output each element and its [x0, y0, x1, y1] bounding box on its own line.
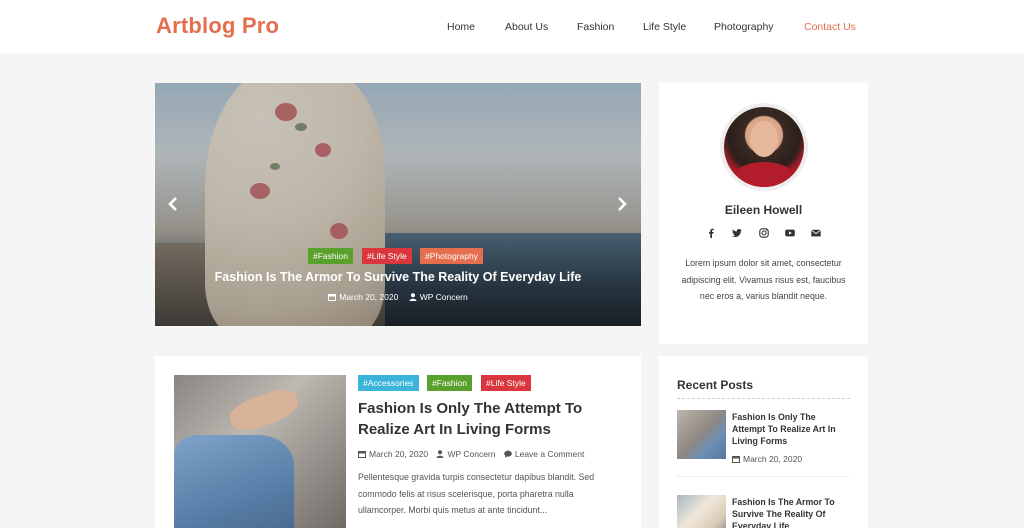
post-excerpt: Pellentesque gravida turpis consectetur … [358, 472, 595, 515]
heading-divider [677, 398, 850, 399]
twitter-icon[interactable] [731, 225, 743, 237]
facebook-icon[interactable] [705, 225, 717, 238]
calendar-icon [358, 450, 366, 460]
instagram-icon[interactable] [758, 225, 770, 238]
recent-post-thumbnail[interactable] [677, 495, 726, 528]
profile-bio: Lorem ipsum dolor sit amet, consectetur … [681, 258, 846, 301]
slide-tags: #Fashion #Life Style #Photography [155, 248, 641, 264]
site-header: Artblog Pro Home About Us Fashion Life S… [0, 0, 1024, 53]
post-date-text[interactable]: March 20, 2020 [369, 449, 428, 459]
slide-date: March 20, 2020 [328, 292, 398, 303]
nav-item-photography[interactable]: Photography [714, 21, 774, 33]
post-image-jeans [174, 435, 294, 528]
nav-item-life-style[interactable]: Life Style [643, 21, 686, 33]
nav-item-about-us[interactable]: About Us [505, 21, 548, 33]
post-comments: Leave a Comment [504, 449, 584, 460]
recent-post-date-text[interactable]: March 20, 2020 [743, 454, 802, 464]
tag-fashion[interactable]: #Fashion [308, 248, 353, 264]
post-thumbnail[interactable] [174, 375, 346, 528]
post-tags: #Accessories #Fashion #Life Style [358, 375, 628, 391]
chevron-left-icon[interactable] [166, 196, 180, 212]
mail-icon[interactable] [810, 225, 822, 237]
tag-life-style[interactable]: #Life Style [362, 248, 412, 264]
tag-photography[interactable]: #Photography [420, 248, 483, 264]
post-date: March 20, 2020 [358, 449, 428, 460]
tag-accessories[interactable]: #Accessories [358, 375, 419, 391]
post-comments-link[interactable]: Leave a Comment [515, 449, 584, 459]
post-author-text[interactable]: WP Concern [447, 449, 495, 459]
recent-post-date: March 20, 2020 [732, 454, 802, 465]
tag-fashion[interactable]: #Fashion [427, 375, 472, 391]
recent-post-title[interactable]: Fashion Is Only The Attempt To Realize A… [732, 411, 850, 447]
main-nav: Home About Us Fashion Life Style Photogr… [0, 21, 1024, 35]
recent-post-thumbnail[interactable] [677, 410, 726, 459]
recent-post-item[interactable]: Fashion Is Only The Attempt To Realize A… [677, 410, 850, 466]
avatar-ring [720, 103, 808, 191]
post-image-arm [225, 383, 303, 437]
post-meta: March 20, 2020 WP Concern Leave a Commen… [358, 449, 590, 460]
slide-meta: March 20, 2020 WP Concern [155, 292, 641, 303]
post-author: WP Concern [436, 449, 495, 460]
youtube-icon[interactable] [784, 225, 796, 237]
slide-date-text[interactable]: March 20, 2020 [339, 292, 398, 302]
calendar-icon [328, 293, 337, 303]
recent-posts-heading: Recent Posts [677, 378, 754, 392]
nav-item-fashion[interactable]: Fashion [577, 21, 614, 33]
tag-life-style[interactable]: #Life Style [481, 375, 531, 391]
avatar-face [750, 121, 778, 157]
chevron-right-icon[interactable] [615, 196, 629, 212]
comment-icon [504, 450, 512, 460]
recent-divider [677, 476, 850, 477]
recent-post-title[interactable]: Fashion Is The Armor To Survive The Real… [732, 496, 850, 528]
slide-author: WP Concern [409, 292, 468, 303]
user-icon [409, 293, 417, 303]
avatar [724, 107, 804, 187]
featured-slider[interactable]: #Fashion #Life Style #Photography Fashio… [155, 83, 641, 326]
post-title[interactable]: Fashion Is Only The Attempt To Realize A… [358, 398, 618, 440]
profile-name: Eileen Howell [724, 203, 803, 217]
slide-title[interactable]: Fashion Is The Armor To Survive The Real… [155, 270, 641, 284]
nav-item-contact-us[interactable]: Contact Us [804, 21, 856, 33]
post-card: #Accessories #Fashion #Life Style Fashio… [155, 356, 641, 528]
nav-item-home[interactable]: Home [447, 21, 475, 33]
author-profile-card: Eileen Howell Lorem ipsum dolor sit amet… [659, 83, 868, 344]
user-icon [436, 450, 444, 460]
social-links [659, 225, 868, 238]
slide-overlay [155, 83, 641, 326]
avatar-body [734, 162, 794, 187]
calendar-icon [732, 455, 740, 465]
slide-author-text[interactable]: WP Concern [420, 292, 468, 302]
recent-posts-widget: Recent Posts Fashion Is Only The Attempt… [659, 356, 868, 528]
recent-post-item[interactable]: Fashion Is The Armor To Survive The Real… [677, 495, 850, 528]
